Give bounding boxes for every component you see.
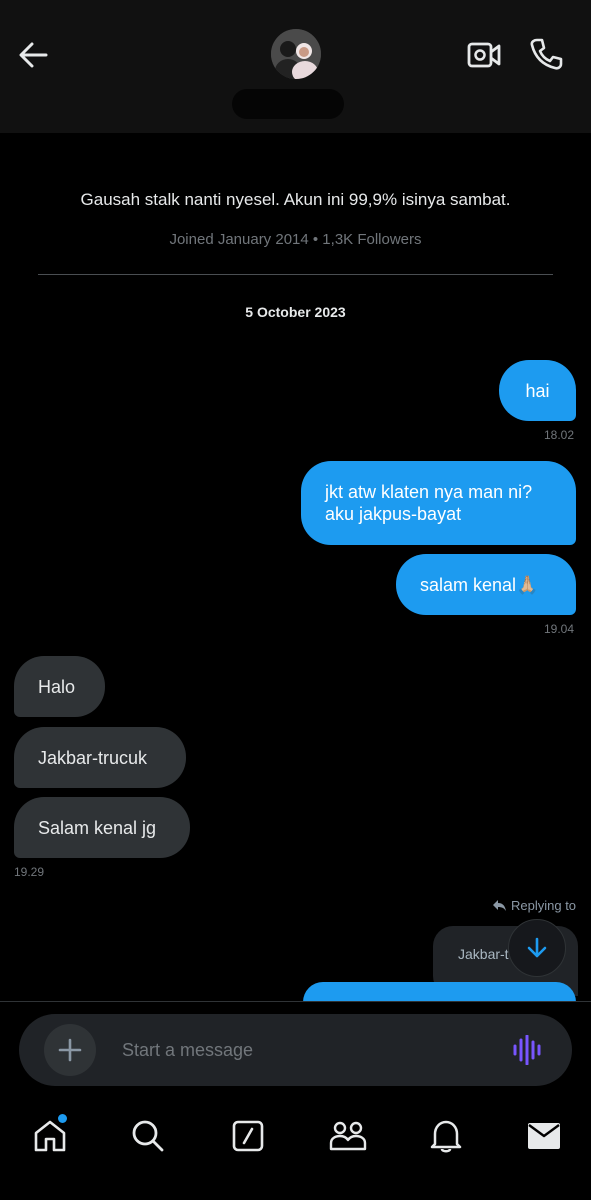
video-call-button[interactable] [464,36,504,74]
message-timestamp: 18.02 [544,428,575,442]
message-text: Jakbar-trucuk [38,747,148,768]
name-redaction [232,89,344,119]
voice-waveform-icon [513,1035,541,1065]
nav-messages[interactable] [522,1114,566,1158]
message-bubble-outgoing[interactable]: jkt atw klaten nya man ni? aku jakpus-ba… [301,461,576,545]
home-icon [34,1120,66,1152]
profile-bio: Gausah stalk nanti nyesel. Akun ini 99,9… [80,190,511,209]
message-timestamp: 19.04 [544,622,575,636]
back-button[interactable] [14,36,52,74]
message-text: Salam kenal jg [38,817,157,838]
avatar[interactable] [271,29,321,79]
message-text-line: jkt atw klaten nya man ni? [325,482,533,502]
message-bubble-outgoing[interactable]: salam kenal🙏🏼 [396,554,576,615]
phone-icon [530,38,563,70]
quoted-text: Jakbar-t [458,946,509,962]
message-bubble-incoming[interactable]: Halo [14,656,105,717]
replying-to-text: Replying to [511,898,577,913]
messages-icon [528,1123,560,1149]
message-bubble-incoming[interactable]: Salam kenal jg [14,797,190,858]
notification-dot [58,1114,67,1123]
replying-to-label: Replying to [492,898,576,913]
video-camera-icon [467,42,501,68]
profile-meta: Joined January 2014 • 1,3K Followers [169,231,422,248]
communities-icon [329,1121,367,1151]
divider [38,274,553,275]
grok-icon [232,1120,264,1152]
avatar-photo-icon [271,29,321,79]
plus-icon [58,1038,82,1062]
notifications-icon [430,1120,462,1153]
nav-communities[interactable] [326,1114,370,1158]
arrow-left-icon [19,42,48,68]
message-text-line: aku jakpus-bayat [325,504,462,524]
message-text: Halo [38,676,76,697]
message-text: hai [525,380,550,401]
message-text: salam kenal🙏🏼 [420,574,539,595]
message-bubble-incoming[interactable]: Jakbar-trucuk [14,727,186,788]
search-icon [132,1120,164,1152]
voice-call-button[interactable] [526,34,566,74]
arrow-down-icon [527,937,547,958]
message-bubble-outgoing[interactable]: hai [499,360,576,421]
voice-message-button[interactable] [510,1032,546,1068]
add-media-button[interactable] [44,1024,96,1076]
message-timestamp: 19.29 [14,865,45,879]
scroll-to-bottom-button[interactable] [508,919,566,977]
nav-search[interactable] [126,1114,170,1158]
nav-notifications[interactable] [424,1114,468,1158]
message-input[interactable] [122,1034,492,1066]
reply-arrow-icon [493,900,506,911]
bottom-navigation [0,1096,591,1200]
message-bubble-outgoing-partial[interactable] [303,982,576,1002]
date-separator: 5 October 2023 [245,304,346,320]
nav-grok[interactable] [226,1114,270,1158]
